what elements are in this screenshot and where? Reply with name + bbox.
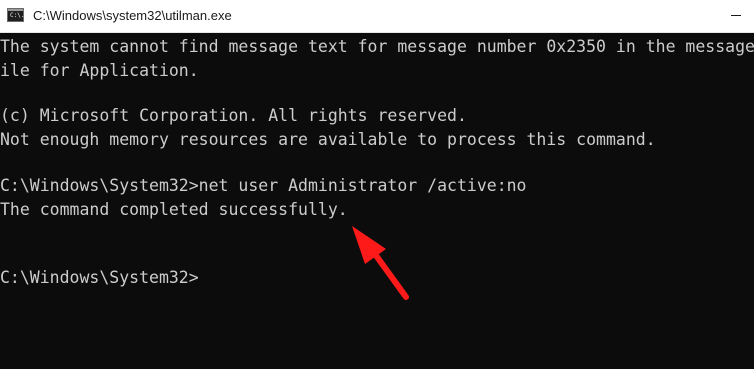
console-window: C:\. C:\Windows\system32\utilman.exe The… [0,0,754,369]
red-arrow-icon [352,226,409,300]
